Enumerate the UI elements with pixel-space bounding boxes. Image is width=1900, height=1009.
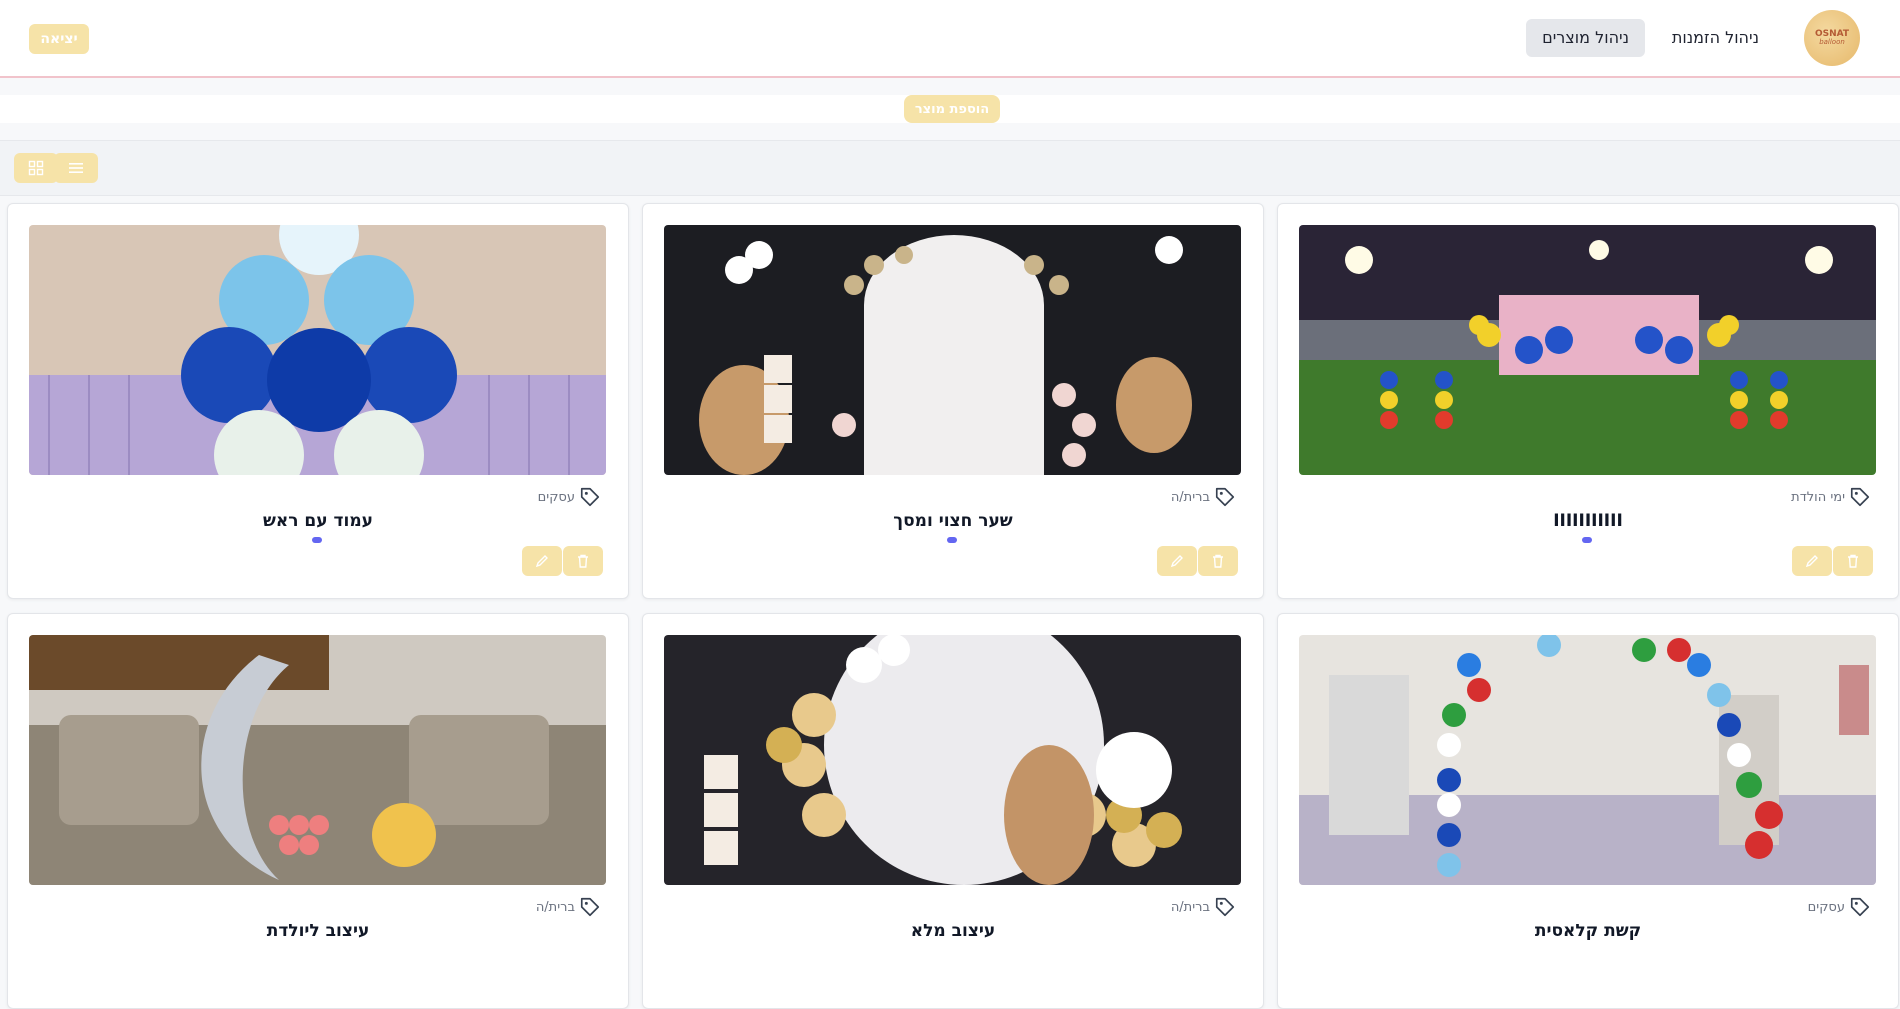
product-card[interactable]: ברית/ה שער חצוי ומסך [642,203,1264,599]
brand-logo[interactable]: OSNAT balloon [1804,10,1860,66]
tag-icon [580,487,600,507]
product-image [29,635,606,885]
category-label: עסקים [537,489,575,505]
add-product-bar: הוספת מוצר [0,95,1900,123]
pencil-icon [1805,555,1818,568]
category-tag: ברית/ה [1171,485,1236,509]
list-icon [69,163,83,173]
trash-icon [1848,554,1858,568]
tag-icon [1215,487,1235,507]
edit-product-button[interactable] [1792,546,1832,576]
edit-product-button[interactable] [1157,546,1197,576]
product-image [664,225,1241,475]
nav-orders-management[interactable]: ניהול הזמנות [1656,19,1775,57]
grid-icon [28,160,44,176]
pencil-icon [535,555,548,568]
product-title: שער חצוי ומסך [893,511,1013,531]
grid-view-button[interactable] [14,153,58,183]
delete-product-button[interactable] [563,546,603,576]
image-indicator-dot[interactable] [947,537,957,543]
trash-icon [578,554,588,568]
edit-product-button[interactable] [522,546,562,576]
image-indicator-dot[interactable] [312,537,322,543]
product-title: עמוד עם ראש [263,511,373,531]
category-label: ברית/ה [1170,899,1210,915]
category-tag: עסקים [538,485,601,509]
tag-icon [580,897,600,917]
delete-product-button[interactable] [1198,546,1238,576]
tag-icon [1215,897,1235,917]
category-label: עסקים [1807,899,1845,915]
product-image [29,225,606,475]
category-tag: ברית/ה [1171,895,1236,919]
product-title: IIIIIIIIIII [1553,511,1623,531]
list-view-button[interactable] [54,153,98,183]
product-title: עיצוב ליולדת [266,921,370,941]
product-title: עיצוב מלא [910,921,996,941]
category-label: ימי הולדת [1791,489,1845,505]
top-navbar: OSNAT balloon ניהול הזמנות ניהול מוצרים … [0,0,1900,78]
product-card[interactable]: עסקים עמוד עם ראש [7,203,629,599]
add-product-button[interactable]: הוספת מוצר [904,95,1000,123]
category-tag: עסקים [1808,895,1871,919]
product-card[interactable]: ימי הולדת IIIIIIIIIII [1277,203,1899,599]
category-tag: ימי הולדת [1791,485,1871,509]
view-toolbar [0,140,1900,196]
category-label: ברית/ה [1170,489,1210,505]
pencil-icon [1170,555,1183,568]
image-indicator-dot[interactable] [1582,537,1592,543]
delete-product-button[interactable] [1833,546,1873,576]
tag-icon [1850,487,1870,507]
product-title: קשת קלאסית [1534,921,1642,941]
product-image [1299,225,1876,475]
category-tag: ברית/ה [536,895,601,919]
product-image [664,635,1241,885]
tag-icon [1850,897,1870,917]
nav-products-management[interactable]: ניהול מוצרים [1526,19,1645,57]
logout-button[interactable]: יציאה [29,24,89,54]
category-label: ברית/ה [535,899,575,915]
logo-subtext: balloon [1819,37,1845,46]
trash-icon [1213,554,1223,568]
product-image [1299,635,1876,885]
